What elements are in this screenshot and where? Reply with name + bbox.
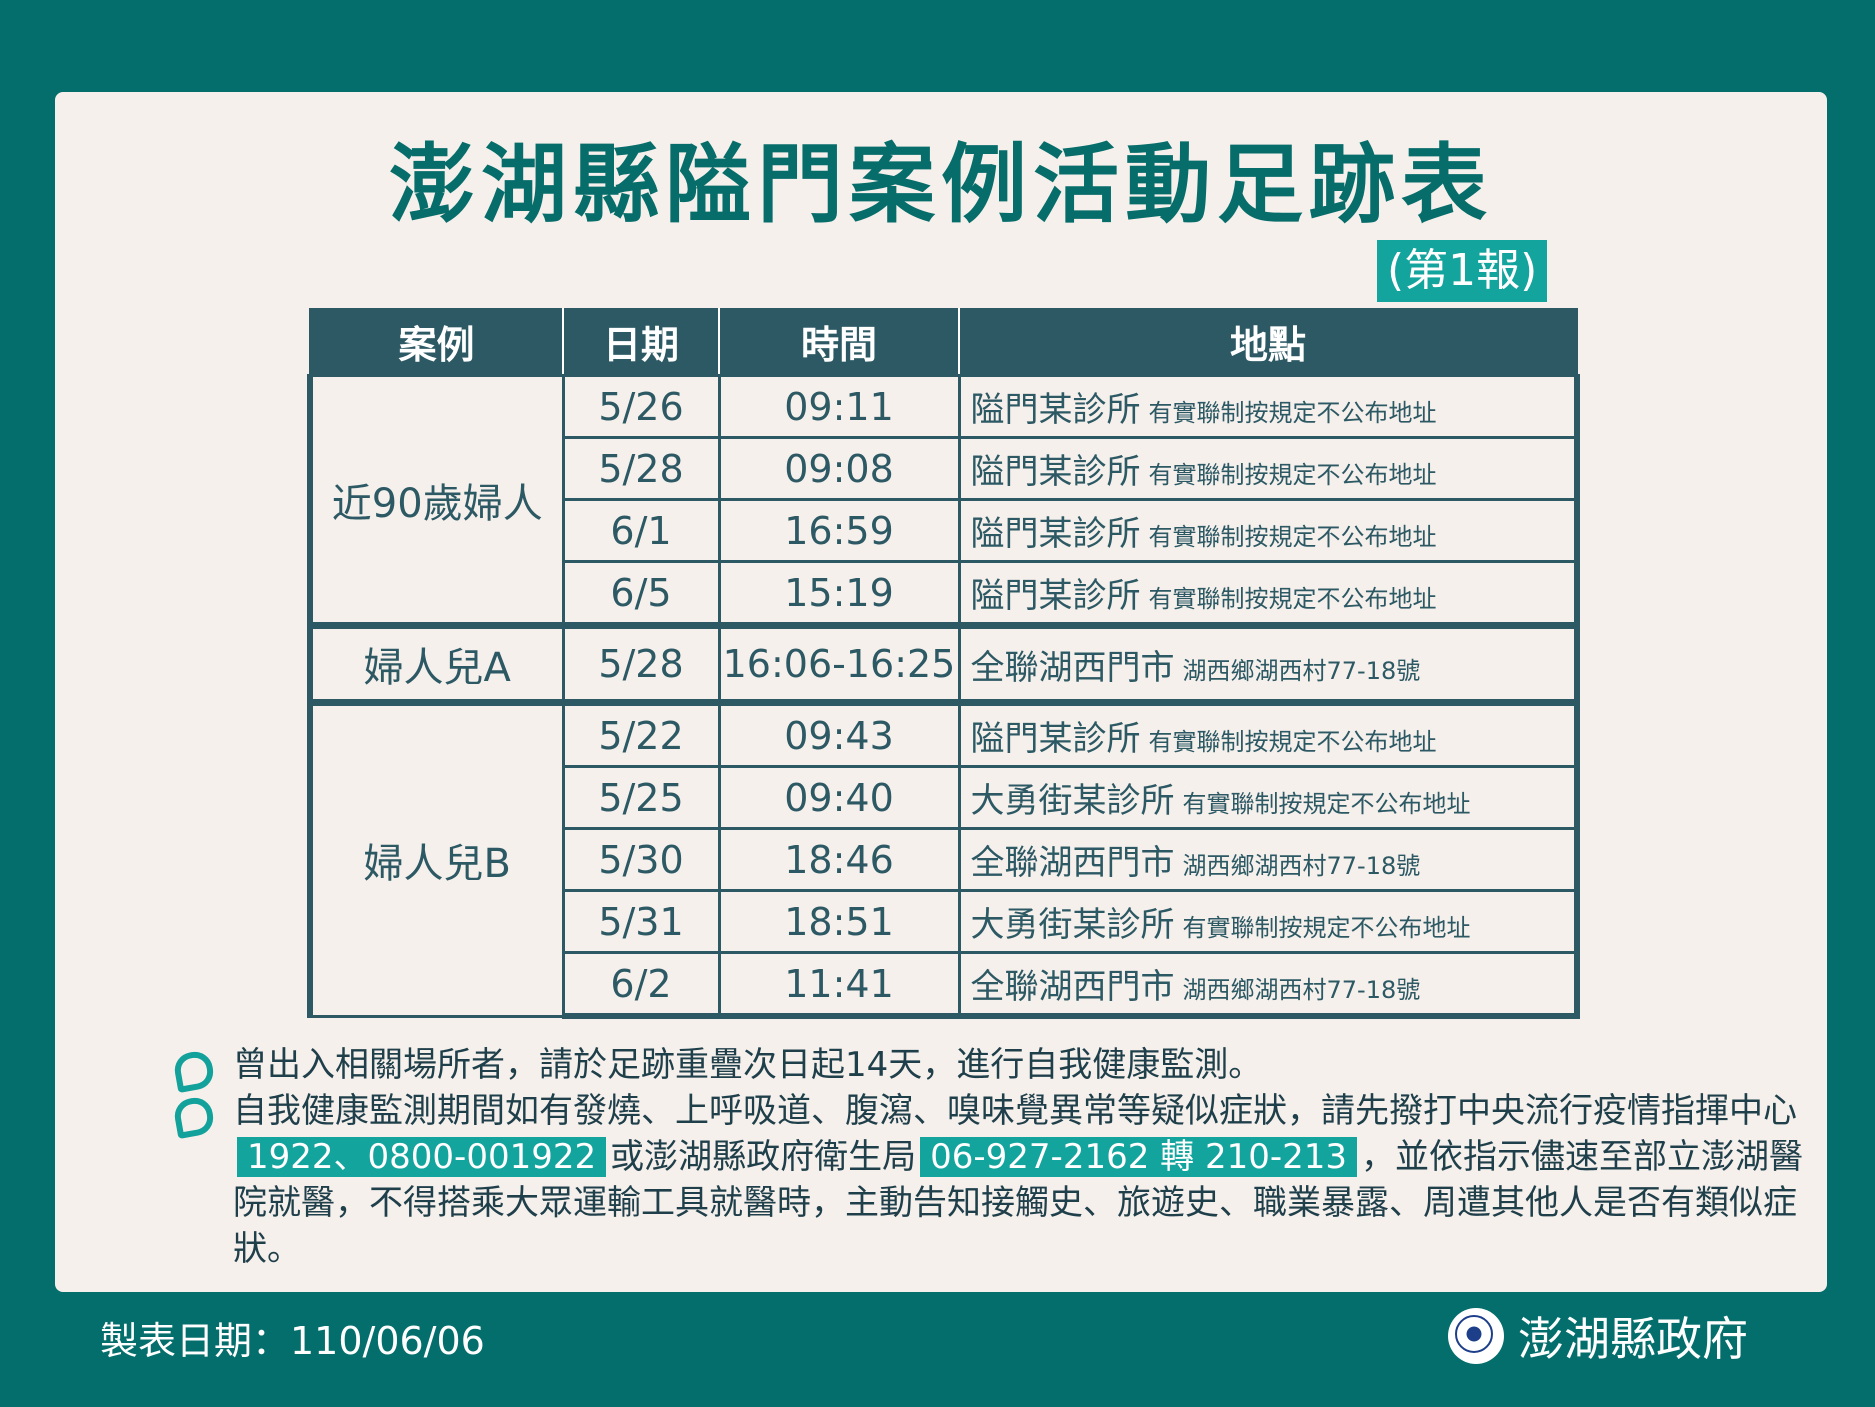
report-badge: (第1報) [1377,240,1548,302]
place-cell: 隘門某診所 有實聯制按規定不公布地址 [957,436,1580,501]
header-place: 地點 [958,308,1578,376]
date-cell: 5/28 [561,436,721,501]
place-note: 湖西鄉湖西村77-18號 [1182,852,1421,880]
place-name: 隘門某診所 [970,576,1141,616]
table-header-row: 案例 日期 時間 地點 [309,308,1578,376]
place-name: 全聯湖西門市 [970,967,1175,1007]
footprint-table: 案例 日期 時間 地點 近90歲婦人 5/26 09:11 隘門某診所 有實聯制按… [307,308,1580,1019]
time-cell: 15:19 [717,560,961,627]
note-text: 自我健康監測期間如有發燒、上呼吸道、腹瀉、嗅味覺異常等疑似症狀，請先撥打中央流行… [233,1091,1797,1131]
place-name: 隘門某診所 [970,452,1141,492]
case-cell: 近90歲婦人 [307,374,565,627]
place-cell: 大勇街某診所 有實聯制按規定不公布地址 [957,765,1580,830]
date-cell: 5/22 [561,699,721,768]
content-card: 澎湖縣隘門案例活動足跡表 (第1報) 案例 日期 時間 地點 近90歲婦人 5/… [55,92,1827,1292]
header-case: 案例 [309,308,564,376]
place-name: 全聯湖西門市 [970,647,1175,688]
note-text: 或澎湖縣政府衛生局 [610,1137,917,1177]
date-cell: 6/1 [561,498,721,563]
place-note: 有實聯制按規定不公布地址 [1148,523,1437,551]
date-cell: 6/5 [561,560,721,627]
date-cell: 5/25 [561,765,721,830]
place-cell: 大勇街某診所 有實聯制按規定不公布地址 [957,889,1580,954]
time-cell: 16:06-16:25 [717,622,961,704]
place-note: 有實聯制按規定不公布地址 [1182,914,1471,942]
page-title: 澎湖縣隘門案例活動足跡表 [389,135,1493,235]
place-cell: 隘門某診所 有實聯制按規定不公布地址 [957,699,1580,768]
notes-section: 曾出入相關場所者，請於足跡重疊次日起14天，進行自我健康監測。 自我健康監測期間… [123,1042,1813,1272]
place-cell: 隘門某診所 有實聯制按規定不公布地址 [957,374,1580,439]
time-cell: 18:51 [717,889,961,954]
place-cell: 全聯湖西門市 湖西鄉湖西村77-18號 [957,951,1580,1019]
place-note: 有實聯制按規定不公布地址 [1148,585,1437,613]
footer-org: 澎湖縣政府 [1448,1304,1748,1368]
place-name: 大勇街某診所 [970,905,1175,945]
county-seal-icon [1448,1308,1504,1364]
case-cell: 婦人兒B [307,699,565,1018]
case-cell: 婦人兒A [307,622,565,704]
time-cell: 09:40 [717,765,961,830]
place-name: 大勇街某診所 [970,781,1175,821]
place-cell: 全聯湖西門市 湖西鄉湖西村77-18號 [957,827,1580,892]
note-item-2: 自我健康監測期間如有發燒、上呼吸道、腹瀉、嗅味覺異常等疑似症狀，請先撥打中央流行… [123,1088,1813,1272]
date-cell: 5/26 [561,374,721,439]
leaf-bullet-icon [171,1048,217,1094]
time-cell: 18:46 [717,827,961,892]
time-cell: 16:59 [717,498,961,563]
header-time: 時間 [718,308,960,376]
table-row: 婦人兒A 5/28 16:06-16:25 全聯湖西門市 湖西鄉湖西村77-18號 [307,622,1580,704]
health-bureau-phone: 06-927-2162 轉 210-213 [920,1137,1358,1177]
date-cell: 5/28 [561,622,721,704]
place-name: 全聯湖西門市 [970,843,1175,883]
place-note: 有實聯制按規定不公布地址 [1148,728,1437,756]
place-name: 隘門某診所 [970,390,1141,430]
place-name: 隘門某診所 [970,719,1141,759]
time-cell: 09:11 [717,374,961,439]
place-name: 隘門某診所 [970,514,1141,554]
place-note: 有實聯制按規定不公布地址 [1148,399,1437,427]
time-cell: 11:41 [717,951,961,1019]
place-note: 有實聯制按規定不公布地址 [1182,790,1471,818]
footer-date: 製表日期：110/06/06 [100,1319,485,1363]
time-cell: 09:08 [717,436,961,501]
header-date: 日期 [562,308,720,376]
date-cell: 6/2 [561,951,721,1019]
org-name: 澎湖縣政府 [1518,1312,1748,1366]
place-note: 湖西鄉湖西村77-18號 [1182,976,1421,1004]
place-cell: 隘門某診所 有實聯制按規定不公布地址 [957,498,1580,563]
note-item-1: 曾出入相關場所者，請於足跡重疊次日起14天，進行自我健康監測。 [123,1042,1813,1094]
date-cell: 5/31 [561,889,721,954]
place-note: 有實聯制按規定不公布地址 [1148,461,1437,489]
table-row: 近90歲婦人 5/26 09:11 隘門某診所 有實聯制按規定不公布地址 [307,374,1580,627]
place-note: 湖西鄉湖西村77-18號 [1182,656,1421,685]
date-cell: 5/30 [561,827,721,892]
leaf-bullet-icon [171,1094,217,1140]
place-cell: 隘門某診所 有實聯制按規定不公布地址 [957,560,1580,627]
hotline-number: 1922、0800-001922 [237,1137,607,1177]
place-cell: 全聯湖西門市 湖西鄉湖西村77-18號 [957,622,1580,704]
time-cell: 09:43 [717,699,961,768]
note-text: 曾出入相關場所者，請於足跡重疊次日起14天，進行自我健康監測。 [233,1045,1263,1085]
table-row: 婦人兒B 5/22 09:43 隘門某診所 有實聯制按規定不公布地址 [307,699,1580,1018]
